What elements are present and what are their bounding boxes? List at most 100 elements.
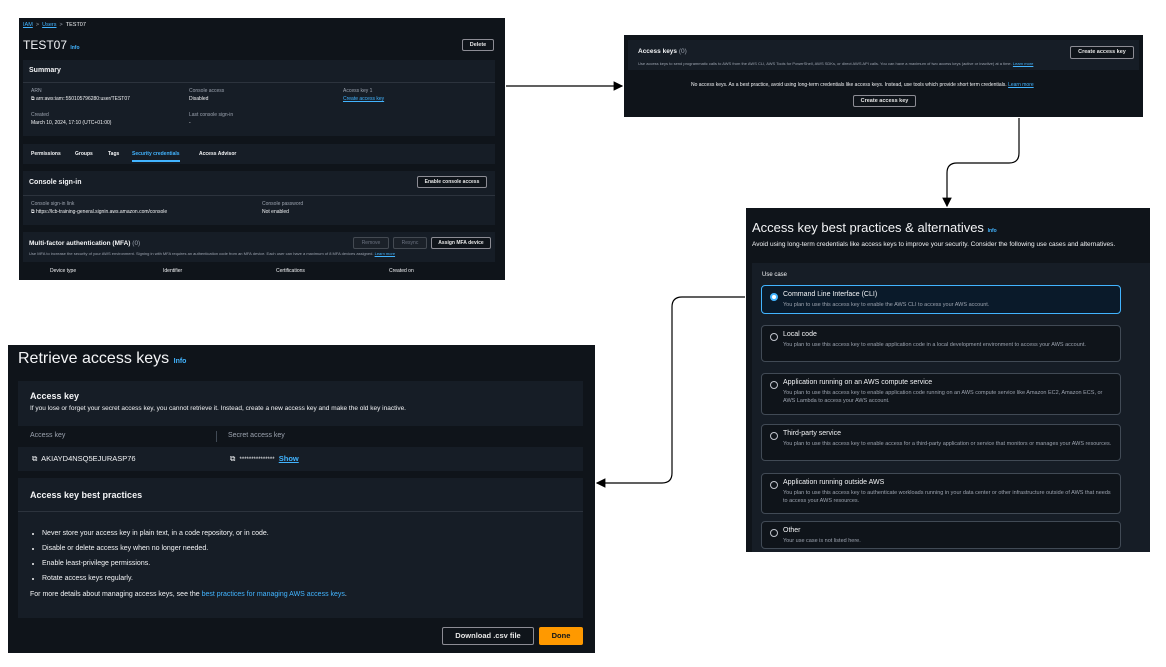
radio-unselected[interactable] [770,481,778,489]
chevron-right-icon: > [34,22,41,28]
list-item: Enable least-privilege permissions. [42,556,269,571]
option-description: You plan to use this access key to enabl… [783,441,1112,447]
radio-unselected[interactable] [770,529,778,537]
console-signin-title: Console sign-in [29,179,82,186]
console-signin-card: Console sign-in Enable console access Co… [23,171,495,225]
empty-state-text: No access keys. As a best practice, avoi… [691,82,1034,88]
create-access-key-button[interactable]: Create access key [1070,46,1134,59]
info-link[interactable]: Info [174,358,187,365]
delete-button[interactable]: Delete [462,39,494,51]
iam-user-screenshot: IAM > Users > TEST07 TEST07 Info Delete … [19,18,505,280]
list-item: Rotate access keys regularly. [42,571,269,586]
access-key-label: Access key 1 [343,88,373,94]
user-name-title: TEST07 [23,38,68,52]
mfa-learn-more-link[interactable]: Learn more [375,251,395,256]
radio-unselected[interactable] [770,381,778,389]
radio-selected[interactable] [770,293,778,301]
option-title: Application running on an AWS compute se… [783,379,933,386]
access-key-description: If you lose or forget your secret access… [30,405,406,412]
page-subtitle: Avoid using long-term credentials like a… [752,241,1116,248]
arn-label: ARN [31,88,42,94]
tab-security-credentials[interactable]: Security credentials [132,151,180,162]
tab-tags[interactable]: Tags [108,151,119,157]
console-password-value: Not enabled [262,209,289,215]
done-button[interactable]: Done [539,627,583,645]
best-practices-link[interactable]: best practices for managing AWS access k… [202,591,345,598]
use-case-option-third-party[interactable]: Third-party service You plan to use this… [761,424,1121,461]
option-description: Your use case is not listed here. [783,538,861,544]
use-case-option-local-code[interactable]: Local code You plan to use this access k… [761,325,1121,362]
create-access-key-link[interactable]: Create access key [343,96,384,102]
info-link[interactable]: Info [988,228,997,234]
radio-unselected[interactable] [770,333,778,341]
best-practices-alternatives-screenshot: Access key best practices & alternatives… [746,208,1150,552]
tab-groups[interactable]: Groups [75,151,93,157]
mfa-card: Multi-factor authentication (MFA) (0) Re… [23,232,495,280]
tabs-bar: Permissions Groups Tags Security credent… [23,144,495,164]
tab-permissions[interactable]: Permissions [31,151,61,157]
chevron-right-icon: > [58,22,65,28]
console-access-label: Console access [189,88,225,94]
option-title: Other [783,527,801,534]
column-header: Identifier [163,268,183,274]
option-description: You plan to use this access key to enabl… [783,342,1086,348]
use-case-option-cli[interactable]: Command Line Interface (CLI) You plan to… [761,285,1121,314]
enable-console-access-button[interactable]: Enable console access [417,176,487,188]
info-link[interactable]: Info [70,45,79,51]
copy-icon[interactable]: ⧉ [31,209,35,215]
breadcrumb-users[interactable]: Users [42,22,56,28]
option-description: You plan to use this access key to enabl… [783,302,990,308]
page-title: Retrieve access keys Info [18,350,187,367]
learn-more-link[interactable]: Learn more [1008,82,1034,88]
use-case-option-other[interactable]: Other Your use case is not listed here. [761,521,1121,549]
arrow-panel3-to-panel4 [595,296,745,488]
column-divider [216,431,217,442]
created-value: March 10, 2024, 17:10 (UTC+01:00) [31,120,112,126]
option-description: You plan to use this access key to authe… [783,490,1111,504]
access-keys-title: Access keys (0) [638,48,687,55]
list-item: Never store your access key in plain tex… [42,526,269,541]
create-access-key-center-button[interactable]: Create access key [853,95,916,107]
secret-key-value: ⧉ *************** Show [230,454,299,463]
divider [23,195,495,196]
column-header: Certifications [276,268,305,274]
resync-button[interactable]: Resync [393,237,427,249]
use-case-label: Use case [762,272,788,278]
tab-access-advisor[interactable]: Access Advisor [199,151,236,157]
download-csv-button[interactable]: Download .csv file [442,627,534,645]
assign-mfa-button[interactable]: Assign MFA device [431,237,491,249]
retrieve-access-keys-screenshot: Retrieve access keys Info Access key If … [8,345,595,653]
console-password-label: Console password [262,201,304,207]
column-header-access-key: Access key [30,432,66,439]
learn-more-link[interactable]: Learn more [1013,61,1033,66]
copy-icon[interactable]: ⧉ [230,454,235,463]
copy-icon[interactable]: ⧉ [32,454,37,463]
signin-link-value: ⧉ https://lcb-training-general.signin.aw… [31,209,168,215]
last-signin-label: Last console sign-in [189,112,234,118]
column-header: Created on [389,268,414,274]
option-title: Application running outside AWS [783,479,885,486]
remove-button[interactable]: Remove [353,237,389,249]
breadcrumb-iam[interactable]: IAM [23,22,33,28]
radio-unselected[interactable] [770,432,778,440]
option-description: You plan to use this access key to enabl… [783,390,1103,404]
access-key-value: ⧉ AKIAYD4NSQ5EJURASP76 [32,454,136,463]
list-item: Disable or delete access key when no lon… [42,541,269,556]
column-header-secret: Secret access key [228,432,285,439]
option-title: Local code [783,331,817,338]
summary-card: Summary ARN ⧉ arn:aws:iam::550105796280:… [23,60,495,136]
show-secret-link[interactable]: Show [279,454,299,463]
option-title: Third-party service [783,430,841,437]
access-keys-header: Access keys (0) Create access key Use ac… [628,40,1139,70]
breadcrumb-current: TEST07 [65,22,86,28]
access-keys-screenshot: Access keys (0) Create access key Use ac… [624,35,1143,117]
page-title: TEST07 Info [23,38,80,52]
last-signin-value: - [189,120,191,126]
arrow-panel2-to-panel3 [942,118,1020,208]
copy-icon[interactable]: ⧉ [31,96,35,102]
best-practices-title: Access key best practices [30,490,143,500]
access-keys-description: Use access keys to send programmatic cal… [638,61,1034,66]
use-case-option-outside-aws[interactable]: Application running outside AWS You plan… [761,473,1121,514]
mfa-title: Multi-factor authentication (MFA) (0) [29,240,141,247]
use-case-option-aws-compute[interactable]: Application running on an AWS compute se… [761,373,1121,415]
